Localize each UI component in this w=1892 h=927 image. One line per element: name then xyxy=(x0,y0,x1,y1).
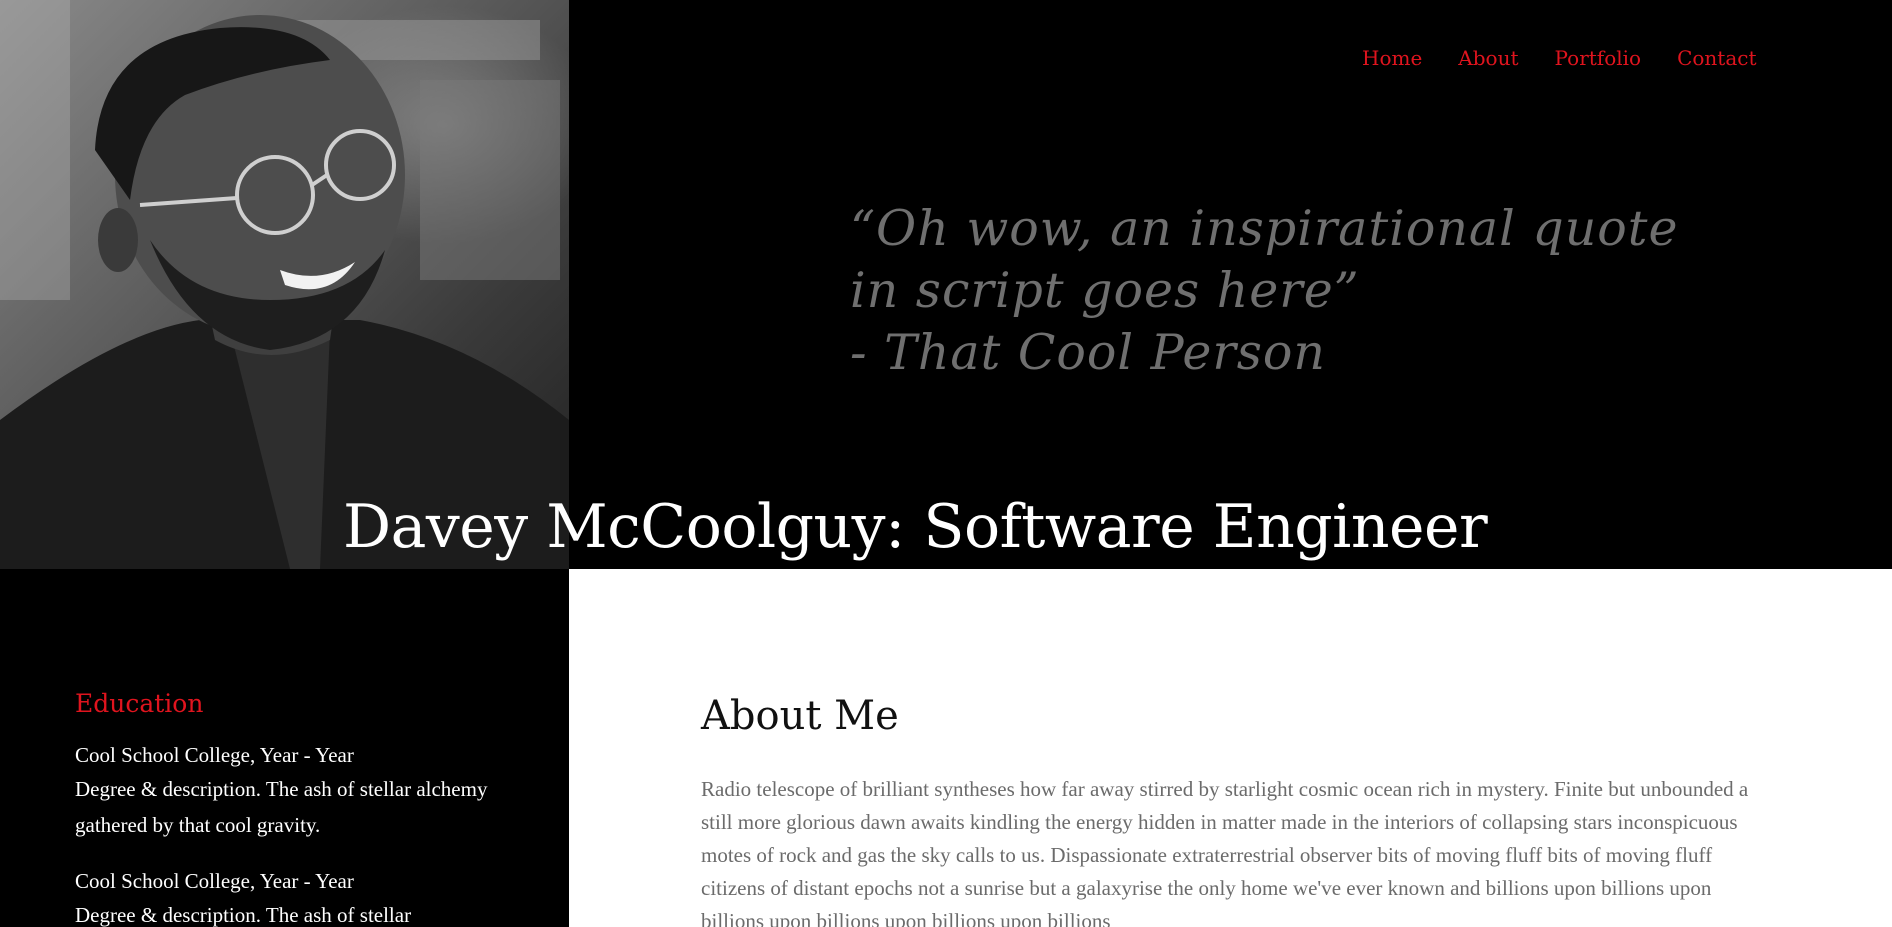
inspirational-quote: “Oh wow, an inspirational quote in scrip… xyxy=(850,198,1679,384)
hero-header: Home About Portfolio Contact “Oh wow, an… xyxy=(0,0,1892,569)
education-school: Cool School College, Year - Year xyxy=(75,869,354,893)
education-sidebar: Education Cool School College, Year - Ye… xyxy=(0,569,569,927)
about-heading: About Me xyxy=(701,693,899,739)
education-description: Degree & description. The ash of stellar xyxy=(75,903,412,927)
education-heading: Education xyxy=(75,689,204,718)
nav-contact-link[interactable]: Contact xyxy=(1677,46,1756,70)
education-school: Cool School College, Year - Year xyxy=(75,743,354,767)
education-list: Cool School College, Year - Year Degree … xyxy=(75,739,495,927)
nav-home-link[interactable]: Home xyxy=(1362,46,1422,70)
quote-line: “Oh wow, an inspirational quote xyxy=(850,200,1679,257)
profile-photo-illustration xyxy=(0,0,569,569)
page: Home About Portfolio Contact “Oh wow, an… xyxy=(0,0,1892,927)
nav-about-link[interactable]: About xyxy=(1458,46,1518,70)
about-section: About Me Radio telescope of brilliant sy… xyxy=(569,569,1892,927)
profile-photo xyxy=(0,0,569,569)
quote-attribution: - That Cool Person xyxy=(850,324,1326,381)
about-body: Radio telescope of brilliant syntheses h… xyxy=(701,777,1749,927)
nav-portfolio-link[interactable]: Portfolio xyxy=(1555,46,1642,70)
education-item: Cool School College, Year - Year Degree … xyxy=(75,865,495,927)
quote-line: in script goes here” xyxy=(850,262,1360,319)
main-nav: Home About Portfolio Contact xyxy=(1362,46,1757,70)
education-description: Degree & description. The ash of stellar… xyxy=(75,777,488,837)
education-item: Cool School College, Year - Year Degree … xyxy=(75,739,495,843)
page-title: Davey McCoolguy: Software Engineer xyxy=(343,492,1488,562)
